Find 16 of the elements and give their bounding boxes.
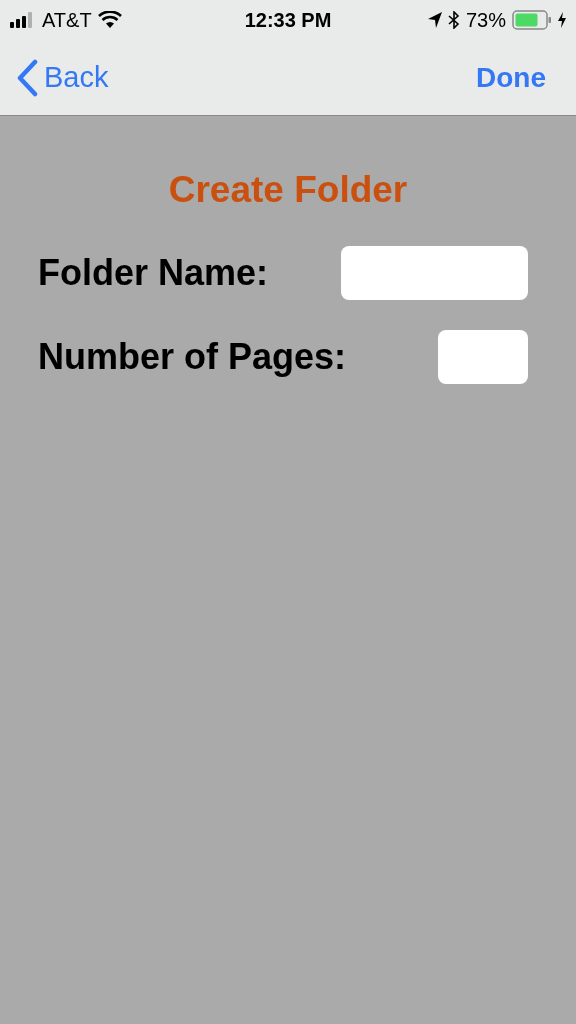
done-button[interactable]: Done <box>476 56 546 99</box>
text-field[interactable] <box>438 329 528 384</box>
battery-percent: 73% <box>465 8 506 33</box>
field-label: Number of Pages: <box>38 334 347 379</box>
chevron-left-icon <box>16 58 38 97</box>
location-arrow-icon <box>427 12 442 28</box>
carrier-name: AT&T <box>42 8 92 33</box>
field-label: Folder Name: <box>38 250 269 295</box>
wifi-icon <box>97 11 122 29</box>
clock-time: 12:33 PM <box>244 8 332 33</box>
text-field[interactable] <box>341 245 528 300</box>
page-title: Create Folder <box>167 168 409 212</box>
charging-bolt-icon <box>558 12 566 28</box>
bluetooth-icon <box>447 11 460 29</box>
back-button[interactable]: Back <box>16 55 109 100</box>
battery-icon <box>512 10 552 30</box>
